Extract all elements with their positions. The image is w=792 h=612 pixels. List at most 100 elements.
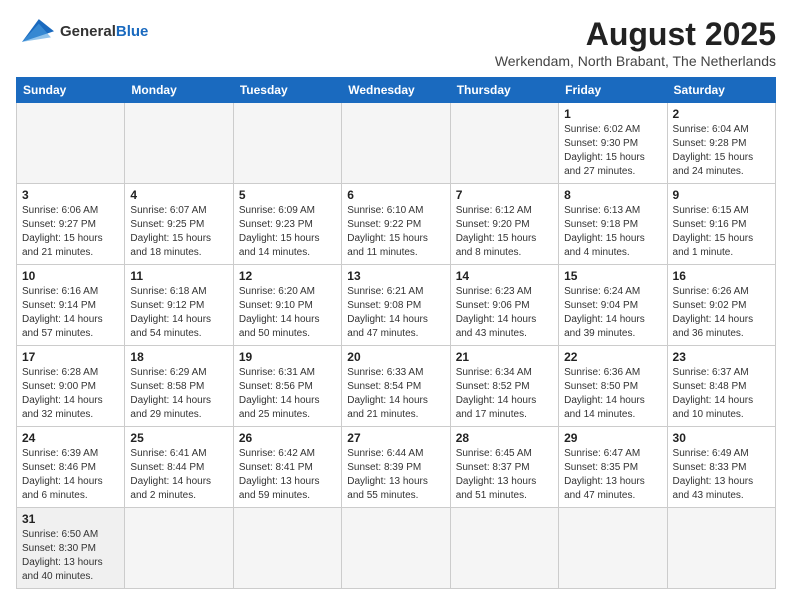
day-number: 24: [22, 431, 119, 445]
day-number: 13: [347, 269, 444, 283]
day-info: Sunrise: 6:49 AM Sunset: 8:33 PM Dayligh…: [673, 447, 770, 503]
day-info: Sunrise: 6:20 AM Sunset: 9:10 PM Dayligh…: [239, 285, 336, 341]
title-block: August 2025 Werkendam, North Brabant, Th…: [495, 16, 776, 69]
day-info: Sunrise: 6:10 AM Sunset: 9:22 PM Dayligh…: [347, 204, 444, 260]
calendar-cell: 4Sunrise: 6:07 AM Sunset: 9:25 PM Daylig…: [125, 184, 233, 265]
calendar-cell: 14Sunrise: 6:23 AM Sunset: 9:06 PM Dayli…: [450, 265, 558, 346]
day-info: Sunrise: 6:16 AM Sunset: 9:14 PM Dayligh…: [22, 285, 119, 341]
day-info: Sunrise: 6:02 AM Sunset: 9:30 PM Dayligh…: [564, 123, 661, 179]
day-info: Sunrise: 6:06 AM Sunset: 9:27 PM Dayligh…: [22, 204, 119, 260]
calendar-cell: [559, 508, 667, 589]
day-number: 11: [130, 269, 227, 283]
weekday-header-monday: Monday: [125, 78, 233, 103]
day-info: Sunrise: 6:39 AM Sunset: 8:46 PM Dayligh…: [22, 447, 119, 503]
day-number: 2: [673, 107, 770, 121]
calendar-cell: 28 Sunrise: 6:45 AM Sunset: 8:37 PM Dayli…: [450, 427, 558, 508]
day-number: 29: [564, 431, 661, 445]
calendar-cell: 19Sunrise: 6:31 AM Sunset: 8:56 PM Dayli…: [233, 346, 341, 427]
calendar-week-row: 1Sunrise: 6:02 AM Sunset: 9:30 PM Daylig…: [17, 103, 776, 184]
day-number: 4: [130, 188, 227, 202]
day-info: Sunrise: 6:18 AM Sunset: 9:12 PM Dayligh…: [130, 285, 227, 341]
day-number: 18: [130, 350, 227, 364]
day-info: Sunrise: 6:29 AM Sunset: 8:58 PM Dayligh…: [130, 366, 227, 422]
day-info: Sunrise: 6:50 AM Sunset: 8:30 PM Dayligh…: [22, 528, 119, 584]
day-number: 10: [22, 269, 119, 283]
day-info: Sunrise: 6:42 AM Sunset: 8:41 PM Dayligh…: [239, 447, 336, 503]
calendar-cell: [342, 103, 450, 184]
calendar-cell: 12Sunrise: 6:20 AM Sunset: 9:10 PM Dayli…: [233, 265, 341, 346]
calendar-cell: 6 Sunrise: 6:10 AM Sunset: 9:22 PM Daylig…: [342, 184, 450, 265]
calendar-cell: 20 Sunrise: 6:33 AM Sunset: 8:54 PM Dayli…: [342, 346, 450, 427]
day-number: 31: [22, 512, 119, 526]
day-number: 20: [347, 350, 444, 364]
calendar-cell: [125, 508, 233, 589]
calendar-week-row: 24 Sunrise: 6:39 AM Sunset: 8:46 PM Dayli…: [17, 427, 776, 508]
calendar-cell: 29 Sunrise: 6:47 AM Sunset: 8:35 PM Dayli…: [559, 427, 667, 508]
calendar-cell: [233, 103, 341, 184]
day-number: 23: [673, 350, 770, 364]
day-number: 25: [130, 431, 227, 445]
calendar-cell: 25 Sunrise: 6:41 AM Sunset: 8:44 PM Dayli…: [125, 427, 233, 508]
weekday-header-sunday: Sunday: [17, 78, 125, 103]
calendar-cell: 21 Sunrise: 6:34 AM Sunset: 8:52 PM Dayli…: [450, 346, 558, 427]
day-info: Sunrise: 6:26 AM Sunset: 9:02 PM Dayligh…: [673, 285, 770, 341]
day-info: Sunrise: 6:41 AM Sunset: 8:44 PM Dayligh…: [130, 447, 227, 503]
month-year-title: August 2025: [495, 16, 776, 53]
calendar-cell: 31 Sunrise: 6:50 AM Sunset: 8:30 PM Dayli…: [17, 508, 125, 589]
day-number: 28: [456, 431, 553, 445]
calendar-cell: [233, 508, 341, 589]
calendar-table: SundayMondayTuesdayWednesdayThursdayFrid…: [16, 77, 776, 589]
calendar-cell: 30 Sunrise: 6:49 AM Sunset: 8:33 PM Dayli…: [667, 427, 775, 508]
day-number: 3: [22, 188, 119, 202]
calendar-week-row: 10 Sunrise: 6:16 AM Sunset: 9:14 PM Dayli…: [17, 265, 776, 346]
calendar-cell: [667, 508, 775, 589]
day-info: Sunrise: 6:44 AM Sunset: 8:39 PM Dayligh…: [347, 447, 444, 503]
calendar-cell: 1Sunrise: 6:02 AM Sunset: 9:30 PM Daylig…: [559, 103, 667, 184]
day-info: Sunrise: 6:15 AM Sunset: 9:16 PM Dayligh…: [673, 204, 770, 260]
calendar-week-row: 3 Sunrise: 6:06 AM Sunset: 9:27 PM Daylig…: [17, 184, 776, 265]
day-number: 19: [239, 350, 336, 364]
day-number: 17: [22, 350, 119, 364]
calendar-cell: 5 Sunrise: 6:09 AM Sunset: 9:23 PM Daylig…: [233, 184, 341, 265]
day-number: 15: [564, 269, 661, 283]
day-info: Sunrise: 6:12 AM Sunset: 9:20 PM Dayligh…: [456, 204, 553, 260]
calendar-week-row: 17 Sunrise: 6:28 AM Sunset: 9:00 PM Dayli…: [17, 346, 776, 427]
day-number: 6: [347, 188, 444, 202]
calendar-week-row: 31 Sunrise: 6:50 AM Sunset: 8:30 PM Dayli…: [17, 508, 776, 589]
calendar-cell: 18 Sunrise: 6:29 AM Sunset: 8:58 PM Dayli…: [125, 346, 233, 427]
day-info: Sunrise: 6:33 AM Sunset: 8:54 PM Dayligh…: [347, 366, 444, 422]
day-number: 16: [673, 269, 770, 283]
calendar-cell: [342, 508, 450, 589]
logo-text: GeneralBlue: [60, 23, 148, 41]
day-info: Sunrise: 6:37 AM Sunset: 8:48 PM Dayligh…: [673, 366, 770, 422]
location-subtitle: Werkendam, North Brabant, The Netherland…: [495, 53, 776, 69]
day-number: 27: [347, 431, 444, 445]
weekday-header-friday: Friday: [559, 78, 667, 103]
calendar-cell: 17 Sunrise: 6:28 AM Sunset: 9:00 PM Dayli…: [17, 346, 125, 427]
day-number: 5: [239, 188, 336, 202]
logo: GeneralBlue: [16, 16, 148, 48]
weekday-header-tuesday: Tuesday: [233, 78, 341, 103]
calendar-cell: 9 Sunrise: 6:15 AM Sunset: 9:16 PM Daylig…: [667, 184, 775, 265]
calendar-cell: [17, 103, 125, 184]
day-number: 21: [456, 350, 553, 364]
day-number: 30: [673, 431, 770, 445]
day-info: Sunrise: 6:23 AM Sunset: 9:06 PM Dayligh…: [456, 285, 553, 341]
day-info: Sunrise: 6:09 AM Sunset: 9:23 PM Dayligh…: [239, 204, 336, 260]
weekday-header-row: SundayMondayTuesdayWednesdayThursdayFrid…: [17, 78, 776, 103]
day-number: 9: [673, 188, 770, 202]
calendar-cell: 26Sunrise: 6:42 AM Sunset: 8:41 PM Dayli…: [233, 427, 341, 508]
calendar-cell: 27 Sunrise: 6:44 AM Sunset: 8:39 PM Dayli…: [342, 427, 450, 508]
day-info: Sunrise: 6:24 AM Sunset: 9:04 PM Dayligh…: [564, 285, 661, 341]
day-info: Sunrise: 6:45 AM Sunset: 8:37 PM Dayligh…: [456, 447, 553, 503]
day-info: Sunrise: 6:47 AM Sunset: 8:35 PM Dayligh…: [564, 447, 661, 503]
day-info: Sunrise: 6:13 AM Sunset: 9:18 PM Dayligh…: [564, 204, 661, 260]
calendar-cell: 11 Sunrise: 6:18 AM Sunset: 9:12 PM Dayli…: [125, 265, 233, 346]
day-info: Sunrise: 6:21 AM Sunset: 9:08 PM Dayligh…: [347, 285, 444, 341]
day-info: Sunrise: 6:28 AM Sunset: 9:00 PM Dayligh…: [22, 366, 119, 422]
calendar-cell: 23 Sunrise: 6:37 AM Sunset: 8:48 PM Dayli…: [667, 346, 775, 427]
day-info: Sunrise: 6:34 AM Sunset: 8:52 PM Dayligh…: [456, 366, 553, 422]
day-number: 8: [564, 188, 661, 202]
day-info: Sunrise: 6:36 AM Sunset: 8:50 PM Dayligh…: [564, 366, 661, 422]
day-number: 22: [564, 350, 661, 364]
